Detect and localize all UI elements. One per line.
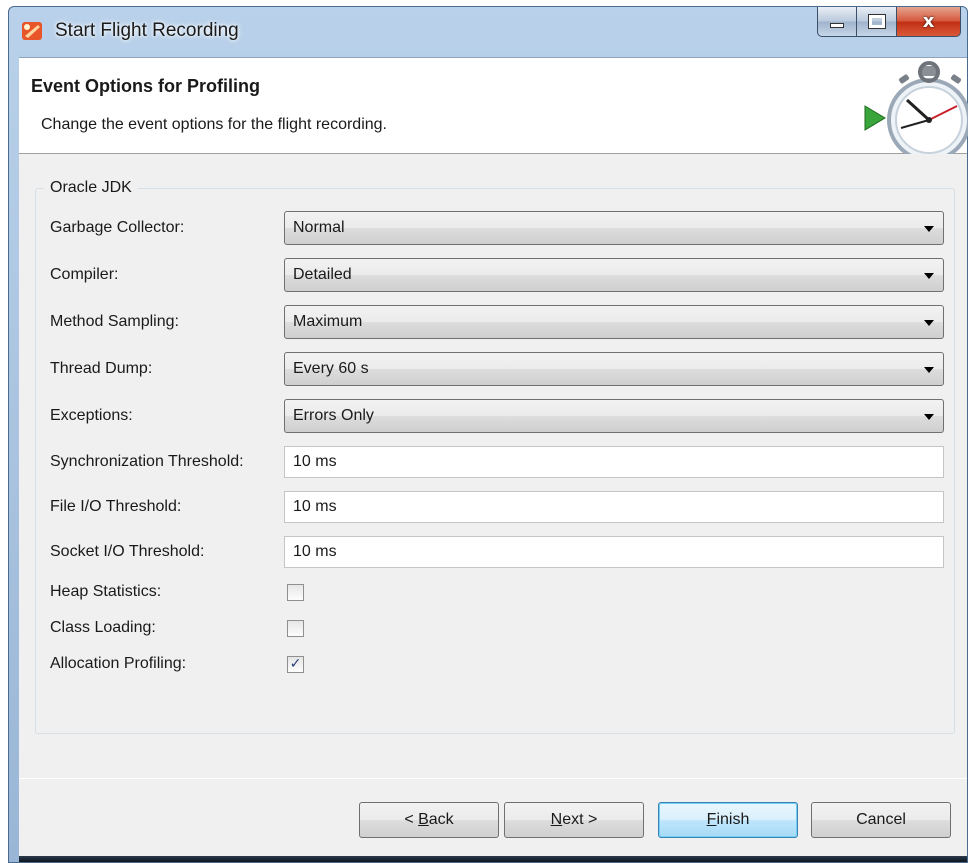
close-icon: x [922, 11, 935, 32]
dropdown-arrow-icon [924, 320, 934, 326]
allocation-profiling-checkbox[interactable]: ✓ [287, 655, 304, 673]
next-button-rest: ext > [562, 811, 598, 828]
exceptions-label: Exceptions: [50, 407, 133, 424]
dropdown-arrow-icon [924, 226, 934, 232]
window-controls: x [817, 7, 961, 37]
socket-io-threshold-input[interactable]: 10 ms [284, 536, 944, 568]
allocation-profiling-row: Allocation Profiling: ✓ [36, 646, 954, 682]
next-button-accel: N [550, 811, 563, 828]
socket-io-threshold-row: Socket I/O Threshold: 10 ms [36, 534, 954, 570]
dropdown-arrow-icon [924, 367, 934, 373]
close-button[interactable]: x [897, 7, 961, 37]
title-bar[interactable]: Start Flight Recording x [9, 7, 967, 55]
compiler-value: Detailed [293, 266, 352, 283]
garbage-collector-label: Garbage Collector: [50, 219, 185, 236]
exceptions-row: Exceptions: Errors Only [36, 398, 954, 434]
back-button-rest: ack [428, 811, 454, 828]
thread-dump-select[interactable]: Every 60 s [284, 352, 944, 386]
window-title: Start Flight Recording [55, 20, 239, 41]
thread-dump-row: Thread Dump: Every 60 s [36, 351, 954, 387]
checkmark-icon: ✓ [289, 656, 302, 672]
dropdown-arrow-icon [924, 273, 934, 279]
group-legend: Oracle JDK [44, 179, 138, 197]
garbage-collector-value: Normal [293, 219, 345, 236]
dropdown-arrow-icon [924, 414, 934, 420]
maximize-button[interactable] [857, 7, 897, 37]
file-io-threshold-input[interactable]: 10 ms [284, 491, 944, 523]
sync-threshold-row: Synchronization Threshold: 10 ms [36, 444, 954, 480]
compiler-label: Compiler: [50, 266, 119, 283]
method-sampling-label: Method Sampling: [50, 313, 179, 330]
footer-separator [19, 778, 967, 779]
method-sampling-row: Method Sampling: Maximum [36, 304, 954, 340]
stopwatch-icon [864, 61, 968, 154]
minimize-icon [830, 23, 844, 28]
finish-button[interactable]: Finish [658, 802, 798, 838]
cancel-button[interactable]: Cancel [811, 802, 951, 838]
socket-io-threshold-label: Socket I/O Threshold: [50, 543, 205, 560]
finish-button-accel: F [706, 811, 717, 828]
thread-dump-value: Every 60 s [293, 360, 369, 377]
allocation-profiling-label: Allocation Profiling: [50, 655, 187, 672]
dialog-window: Start Flight Recording x Event Options f… [8, 6, 968, 863]
back-button-prefix: < [404, 811, 419, 828]
compiler-select[interactable]: Detailed [284, 258, 944, 292]
minimize-button[interactable] [817, 7, 857, 37]
exceptions-select[interactable]: Errors Only [284, 399, 944, 433]
garbage-collector-select[interactable]: Normal [284, 211, 944, 245]
method-sampling-select[interactable]: Maximum [284, 305, 944, 339]
flight-recorder-icon [22, 22, 42, 40]
finish-button-rest: inish [716, 811, 750, 828]
heap-statistics-row: Heap Statistics: [36, 574, 954, 610]
exceptions-value: Errors Only [293, 407, 374, 424]
class-loading-row: Class Loading: [36, 610, 954, 646]
file-io-threshold-label: File I/O Threshold: [50, 498, 182, 515]
page-title: Event Options for Profiling [31, 76, 260, 96]
heap-statistics-checkbox[interactable] [287, 583, 304, 601]
next-button[interactable]: Next > [504, 802, 644, 838]
window-bottom-edge [19, 856, 967, 862]
thread-dump-label: Thread Dump: [50, 360, 153, 377]
dialog-client-area: Event Options for Profiling Change the e… [19, 57, 968, 862]
class-loading-label: Class Loading: [50, 619, 156, 636]
garbage-collector-row: Garbage Collector: Normal [36, 210, 954, 246]
method-sampling-value: Maximum [293, 313, 363, 330]
maximize-icon [867, 14, 886, 29]
class-loading-checkbox[interactable] [287, 619, 304, 637]
oracle-jdk-group: Oracle JDK Garbage Collector: Normal Com… [35, 179, 955, 734]
heap-statistics-label: Heap Statistics: [50, 583, 162, 600]
sync-threshold-label: Synchronization Threshold: [50, 453, 244, 470]
back-button-accel: B [418, 811, 429, 828]
back-button[interactable]: < Back [359, 802, 499, 838]
sync-threshold-input[interactable]: 10 ms [284, 446, 944, 478]
compiler-row: Compiler: Detailed [36, 257, 954, 293]
file-io-threshold-row: File I/O Threshold: 10 ms [36, 489, 954, 525]
page-description: Change the event options for the flight … [41, 116, 387, 133]
wizard-header: Event Options for Profiling Change the e… [19, 58, 968, 154]
